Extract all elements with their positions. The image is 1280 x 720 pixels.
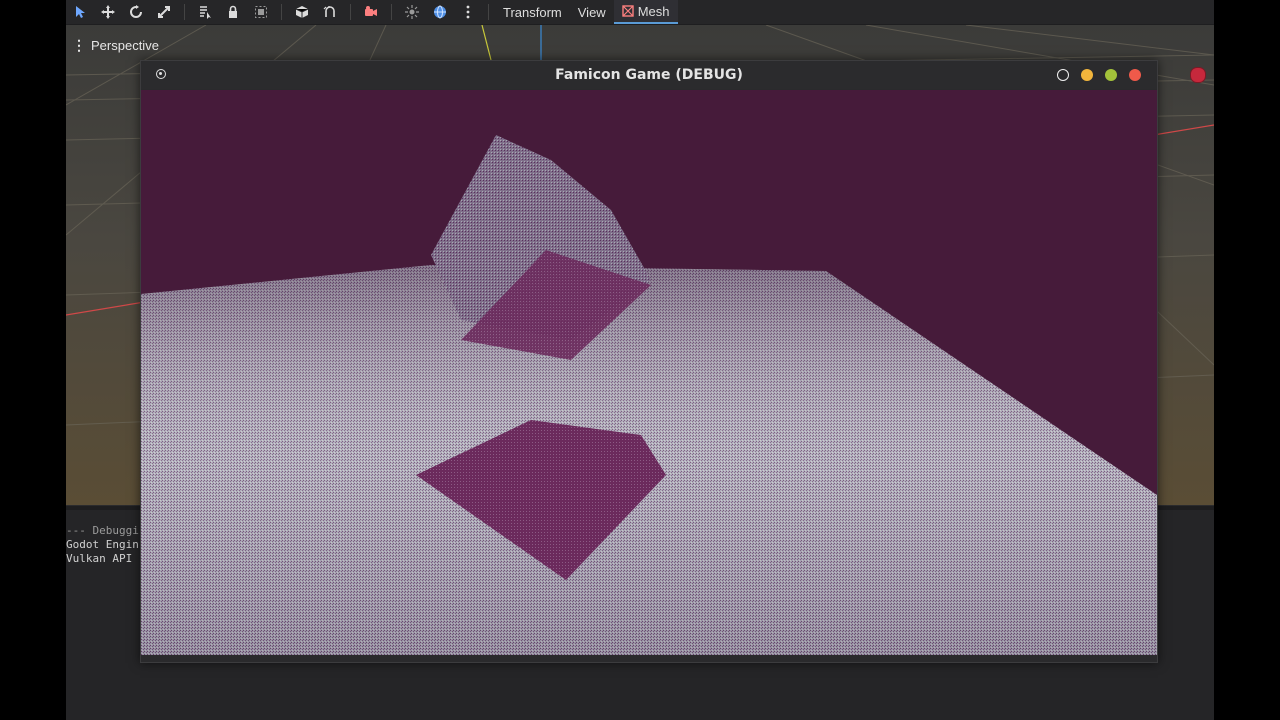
- dithered-scene: [141, 90, 1157, 655]
- mesh-menu-label: Mesh: [637, 3, 670, 19]
- select-icon[interactable]: [66, 1, 94, 23]
- perspective-menu[interactable]: ⋮ Perspective: [72, 37, 159, 54]
- maximize-button[interactable]: [1105, 69, 1117, 81]
- group-icon[interactable]: [247, 1, 275, 23]
- move-icon[interactable]: [94, 1, 122, 23]
- list-select-icon[interactable]: [191, 1, 219, 23]
- toolbar-separator: [391, 4, 392, 20]
- mesh-menu[interactable]: Mesh: [613, 0, 678, 24]
- cube-icon[interactable]: [288, 1, 316, 23]
- scale-icon[interactable]: [150, 1, 178, 23]
- kebab-icon: ⋮: [72, 37, 86, 53]
- toolbar-separator: [184, 4, 185, 20]
- pin-icon[interactable]: [156, 69, 166, 79]
- game-window[interactable]: Famicon Game (DEBUG): [140, 60, 1158, 663]
- perspective-label: Perspective: [91, 38, 159, 53]
- log-line: --- Debuggi: [66, 524, 139, 537]
- toolbar-separator: [350, 4, 351, 20]
- shade-button[interactable]: [1081, 69, 1093, 81]
- snap-icon[interactable]: [316, 1, 344, 23]
- viewport-toolbar: Transform View Mesh: [66, 0, 1214, 25]
- lock-icon[interactable]: [219, 1, 247, 23]
- rotate-icon[interactable]: [122, 1, 150, 23]
- mesh-icon: [622, 5, 634, 17]
- camera-icon[interactable]: [357, 1, 385, 23]
- view-menu[interactable]: View: [570, 1, 614, 23]
- minimize-button[interactable]: [1057, 69, 1069, 81]
- sun-icon[interactable]: [398, 1, 426, 23]
- window-titlebar[interactable]: Famicon Game (DEBUG): [141, 61, 1157, 89]
- output-log: --- Debuggi Godot Engin Vulkan API: [66, 524, 139, 566]
- toolbar-separator: [281, 4, 282, 20]
- globe-icon[interactable]: [426, 1, 454, 23]
- window-title: Famicon Game (DEBUG): [555, 67, 743, 83]
- record-indicator: [1190, 67, 1206, 83]
- log-line: Godot Engin: [66, 538, 139, 551]
- toolbar-separator: [488, 4, 489, 20]
- close-button[interactable]: [1129, 69, 1141, 81]
- log-line: Vulkan API: [66, 552, 139, 565]
- transform-menu[interactable]: Transform: [495, 1, 570, 23]
- game-render-view[interactable]: [141, 90, 1157, 655]
- more-icon[interactable]: [454, 1, 482, 23]
